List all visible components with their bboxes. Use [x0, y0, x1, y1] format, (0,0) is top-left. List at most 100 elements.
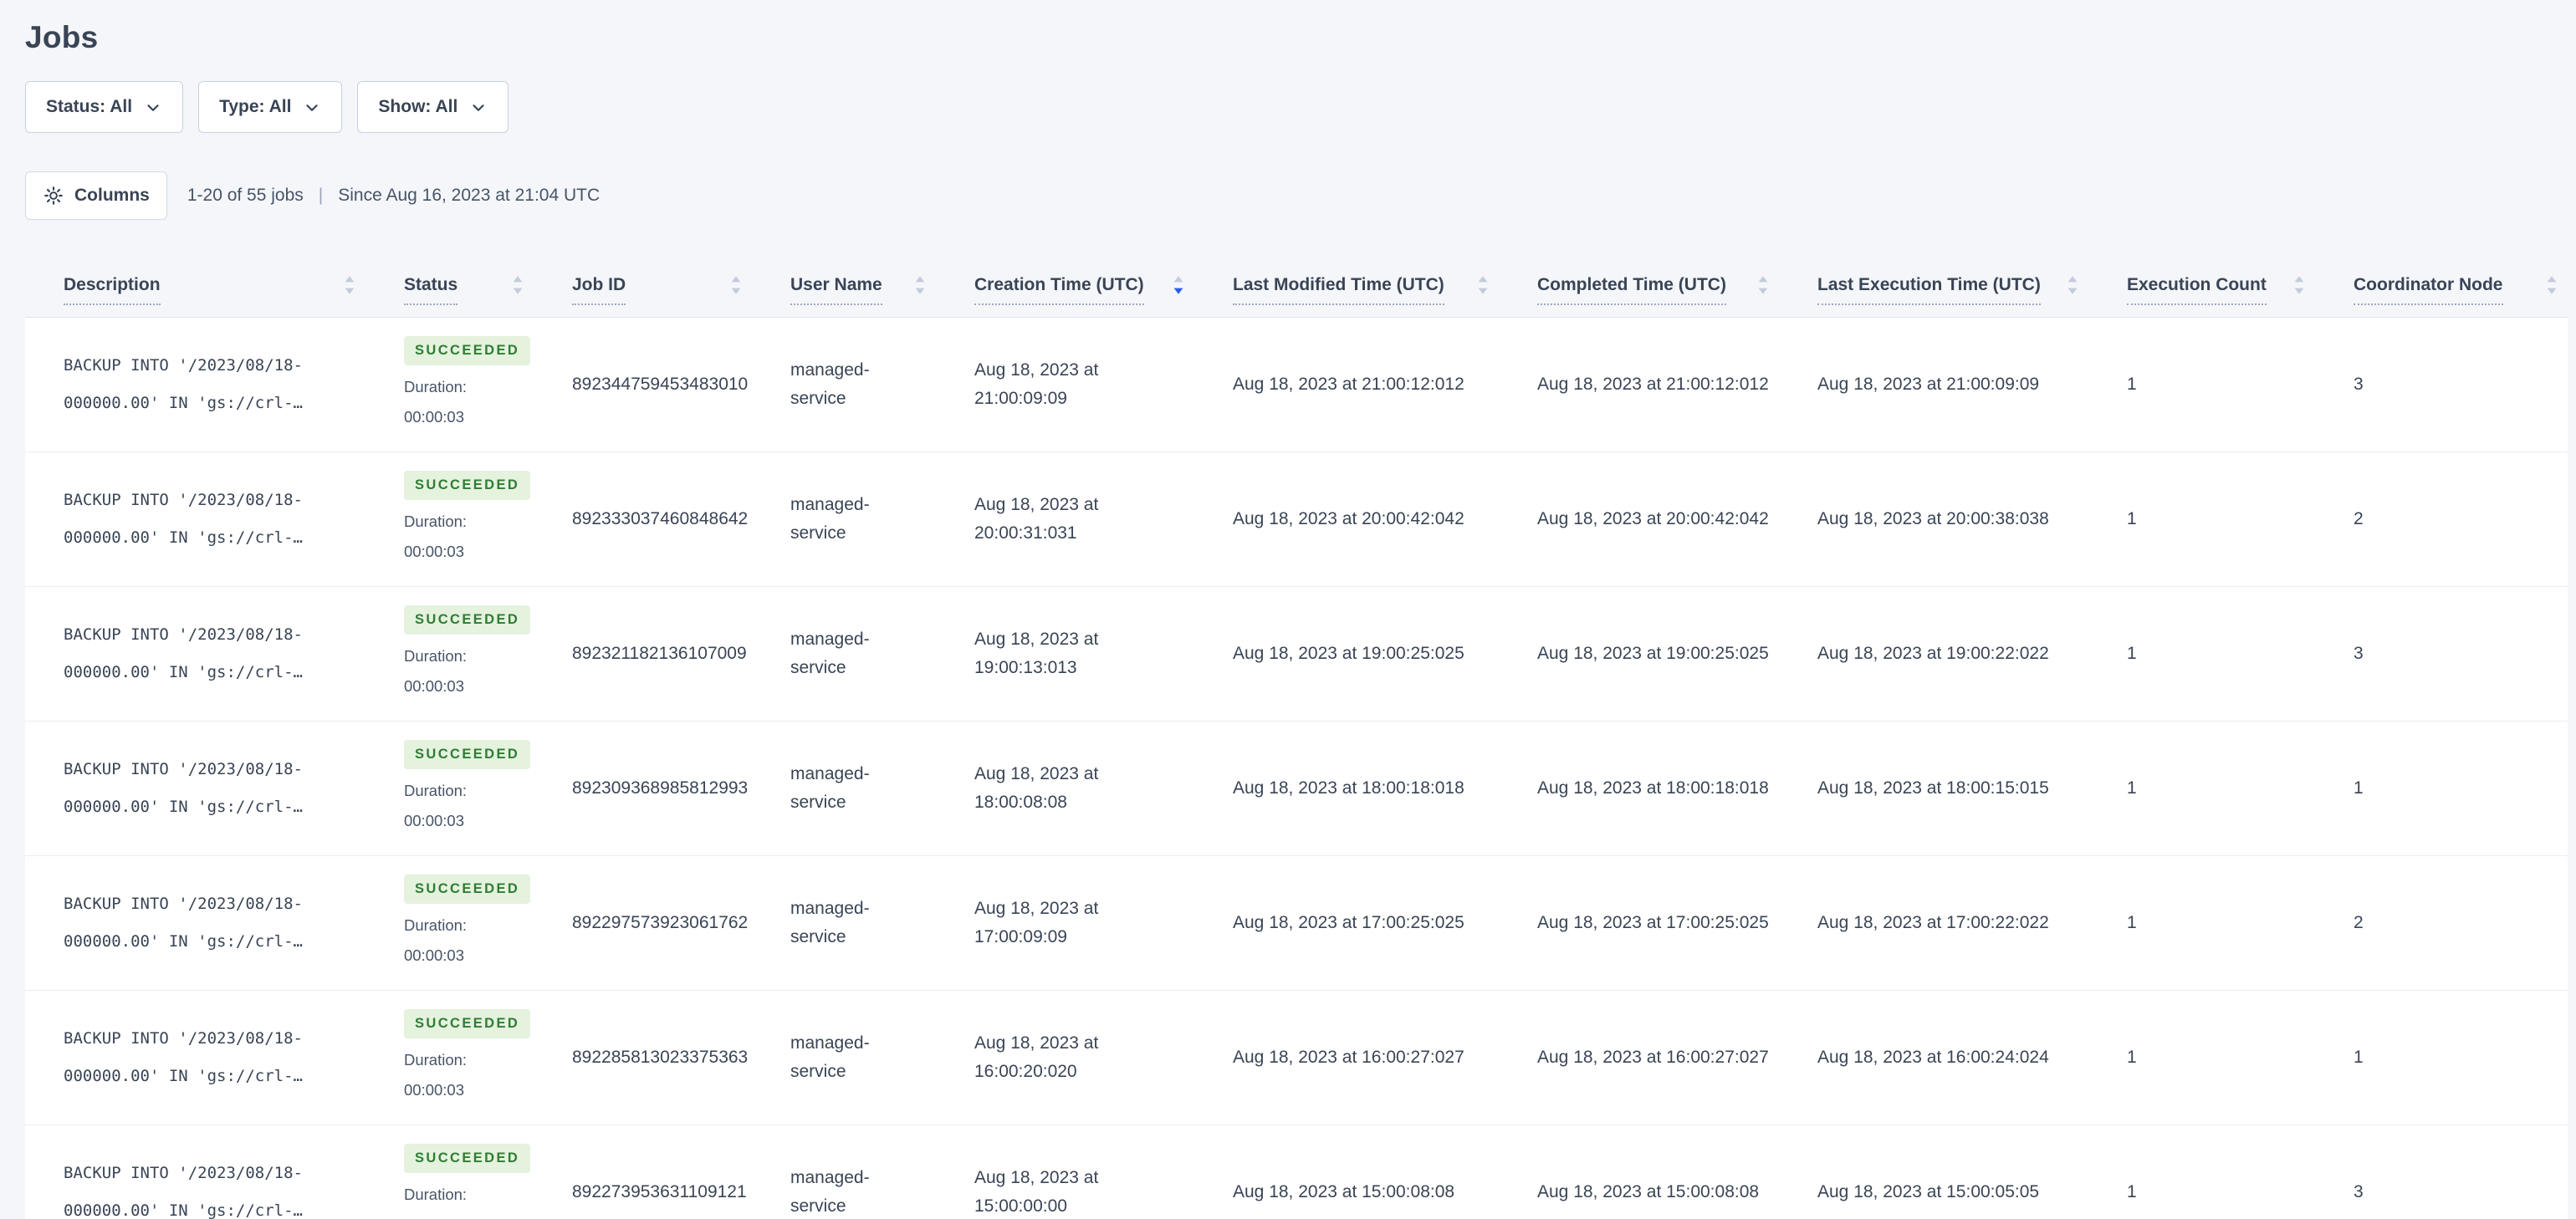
- type-filter-dropdown[interactable]: Type: All: [198, 80, 343, 133]
- cell-description: BACKUP INTO '/2023/08/18-000000.00' IN '…: [25, 318, 365, 451]
- cell-completed-time: Aug 18, 2023 at 18:00:18:018: [1499, 722, 1779, 855]
- column-header-last-modified-time[interactable]: Last Modified Time (UTC): [1194, 248, 1499, 317]
- sort-icon[interactable]: [2292, 273, 2307, 302]
- duration-value: 00:00:03: [404, 1081, 465, 1099]
- cell-status: SUCCEEDED Duration: 00:00:03: [365, 991, 534, 1125]
- completed-time-value: Aug 18, 2023 at 20:00:42:042: [1537, 508, 1769, 528]
- cell-creation-time: Aug 18, 2023 at 15:00:00:00: [936, 1125, 1194, 1219]
- cell-completed-time: Aug 18, 2023 at 15:00:08:08: [1499, 1125, 1779, 1219]
- cell-last-execution-time: Aug 18, 2023 at 20:00:38:038: [1779, 452, 2088, 586]
- column-label-job-id: Job ID: [572, 274, 626, 305]
- cell-execution-count: 1: [2088, 452, 2315, 586]
- coordinator-node-value: 2: [2354, 912, 2364, 932]
- cell-creation-time: Aug 18, 2023 at 17:00:09:09: [936, 856, 1194, 990]
- column-header-completed-time[interactable]: Completed Time (UTC): [1499, 248, 1779, 317]
- jobs-table: Description Status Job ID User Name Crea…: [25, 248, 2568, 1219]
- chevron-down-icon: [144, 99, 162, 117]
- cell-coordinator-node: 1: [2315, 722, 2568, 855]
- duration-value: 00:00:03: [404, 408, 465, 426]
- completed-time-value: Aug 18, 2023 at 18:00:18:018: [1537, 778, 1769, 798]
- cell-status: SUCCEEDED Duration: 00:00:03: [365, 722, 534, 855]
- table-row: BACKUP INTO '/2023/08/18-000000.00' IN '…: [25, 451, 2568, 587]
- job-description-link[interactable]: BACKUP INTO '/2023/08/18-000000.00' IN '…: [64, 751, 308, 825]
- sort-icon[interactable]: [510, 273, 525, 302]
- column-header-user-name[interactable]: User Name: [752, 248, 936, 317]
- column-header-last-execution-time[interactable]: Last Execution Time (UTC): [1779, 248, 2088, 317]
- creation-time-value: Aug 18, 2023 at 19:00:13:013: [974, 629, 1099, 677]
- table-row: BACKUP INTO '/2023/08/18-000000.00' IN '…: [25, 855, 2568, 991]
- duration-label: Duration:: [404, 1051, 468, 1069]
- job-description-link[interactable]: BACKUP INTO '/2023/08/18-000000.00' IN '…: [64, 1020, 308, 1094]
- job-description-link[interactable]: BACKUP INTO '/2023/08/18-000000.00' IN '…: [64, 1155, 308, 1219]
- cell-last-modified-time: Aug 18, 2023 at 21:00:12:012: [1194, 318, 1499, 451]
- job-description-link[interactable]: BACKUP INTO '/2023/08/18-000000.00' IN '…: [64, 885, 308, 960]
- last-execution-time-value: Aug 18, 2023 at 17:00:22:022: [1817, 912, 2049, 932]
- since-text: Since Aug 16, 2023 at 21:04 UTC: [338, 185, 601, 205]
- status-filter-dropdown[interactable]: Status: All: [25, 80, 184, 133]
- cell-user-name: managed-service: [752, 1125, 936, 1219]
- cell-job-id: 892273953631109121: [534, 1125, 752, 1219]
- column-header-creation-time[interactable]: Creation Time (UTC): [936, 248, 1194, 317]
- show-filter-dropdown[interactable]: Show: All: [357, 80, 509, 133]
- last-modified-time-value: Aug 18, 2023 at 20:00:42:042: [1233, 508, 1464, 528]
- duration-value: 00:00:03: [404, 946, 465, 965]
- job-description-link[interactable]: BACKUP INTO '/2023/08/18-000000.00' IN '…: [64, 347, 308, 421]
- execution-count-value: 1: [2127, 778, 2137, 798]
- column-label-creation-time: Creation Time (UTC): [974, 274, 1144, 305]
- execution-count-value: 1: [2127, 643, 2137, 663]
- status-badge: SUCCEEDED: [404, 470, 531, 501]
- completed-time-value: Aug 18, 2023 at 21:00:12:012: [1537, 374, 1769, 394]
- sort-icon[interactable]: [2065, 273, 2080, 302]
- job-description-link[interactable]: BACKUP INTO '/2023/08/18-000000.00' IN '…: [64, 616, 308, 691]
- execution-count-value: 1: [2127, 1047, 2137, 1067]
- last-execution-time-value: Aug 18, 2023 at 21:00:09:09: [1817, 374, 2040, 394]
- completed-time-value: Aug 18, 2023 at 19:00:25:025: [1537, 643, 1769, 663]
- sort-icon[interactable]: [1756, 273, 1771, 302]
- duration-value: 00:00:03: [404, 812, 465, 830]
- column-header-execution-count[interactable]: Execution Count: [2088, 248, 2315, 317]
- coordinator-node-value: 1: [2354, 1047, 2364, 1067]
- cell-last-modified-time: Aug 18, 2023 at 20:00:42:042: [1194, 452, 1499, 586]
- cell-user-name: managed-service: [752, 318, 936, 451]
- column-header-coordinator-node[interactable]: Coordinator Node: [2315, 248, 2568, 317]
- sort-icon-active[interactable]: [1171, 273, 1186, 302]
- creation-time-value: Aug 18, 2023 at 17:00:09:09: [974, 898, 1099, 946]
- duration-label: Duration:: [404, 782, 468, 800]
- user-name-value: managed-service: [790, 1167, 870, 1216]
- last-execution-time-value: Aug 18, 2023 at 16:00:24:024: [1817, 1047, 2049, 1067]
- sort-icon[interactable]: [2544, 273, 2559, 302]
- column-header-status[interactable]: Status: [365, 248, 534, 317]
- table-row: BACKUP INTO '/2023/08/18-000000.00' IN '…: [25, 586, 2568, 722]
- completed-time-value: Aug 18, 2023 at 15:00:08:08: [1537, 1181, 1760, 1201]
- cell-creation-time: Aug 18, 2023 at 16:00:20:020: [936, 991, 1194, 1125]
- cell-status: SUCCEEDED Duration: 00:00:03: [365, 452, 534, 586]
- column-header-job-id[interactable]: Job ID: [534, 248, 752, 317]
- cell-description: BACKUP INTO '/2023/08/18-000000.00' IN '…: [25, 587, 365, 721]
- columns-button[interactable]: Columns: [25, 171, 167, 220]
- job-id-value: 892309368985812993: [572, 778, 749, 798]
- cell-user-name: managed-service: [752, 991, 936, 1125]
- sort-icon[interactable]: [728, 273, 744, 302]
- cell-job-id: 892297573923061762: [534, 856, 752, 990]
- cell-status: SUCCEEDED Duration: 00:00:03: [365, 856, 534, 990]
- duration-value: 00:00:03: [404, 1210, 464, 1219]
- job-description-link[interactable]: BACKUP INTO '/2023/08/18-000000.00' IN '…: [64, 482, 308, 556]
- status-badge: SUCCEEDED: [404, 1143, 531, 1174]
- column-header-description[interactable]: Description: [25, 248, 365, 317]
- column-label-execution-count: Execution Count: [2127, 274, 2267, 305]
- cell-last-execution-time: Aug 18, 2023 at 15:00:05:05: [1779, 1125, 2088, 1219]
- cell-last-execution-time: Aug 18, 2023 at 21:00:09:09: [1779, 318, 2088, 451]
- cell-last-execution-time: Aug 18, 2023 at 17:00:22:022: [1779, 856, 2088, 990]
- sort-icon[interactable]: [342, 273, 357, 302]
- cell-description: BACKUP INTO '/2023/08/18-000000.00' IN '…: [25, 991, 365, 1125]
- job-id-value: 892344759453483010: [572, 374, 749, 394]
- cell-user-name: managed-service: [752, 722, 936, 855]
- last-modified-time-value: Aug 18, 2023 at 16:00:27:027: [1233, 1047, 1464, 1067]
- sort-icon[interactable]: [912, 273, 928, 302]
- creation-time-value: Aug 18, 2023 at 16:00:20:020: [974, 1033, 1099, 1081]
- sort-icon[interactable]: [1475, 273, 1490, 302]
- completed-time-value: Aug 18, 2023 at 16:00:27:027: [1537, 1047, 1769, 1067]
- job-id-value: 892321182136107009: [572, 643, 747, 663]
- cell-job-id: 892344759453483010: [534, 318, 752, 451]
- cell-description: BACKUP INTO '/2023/08/18-000000.00' IN '…: [25, 1125, 365, 1219]
